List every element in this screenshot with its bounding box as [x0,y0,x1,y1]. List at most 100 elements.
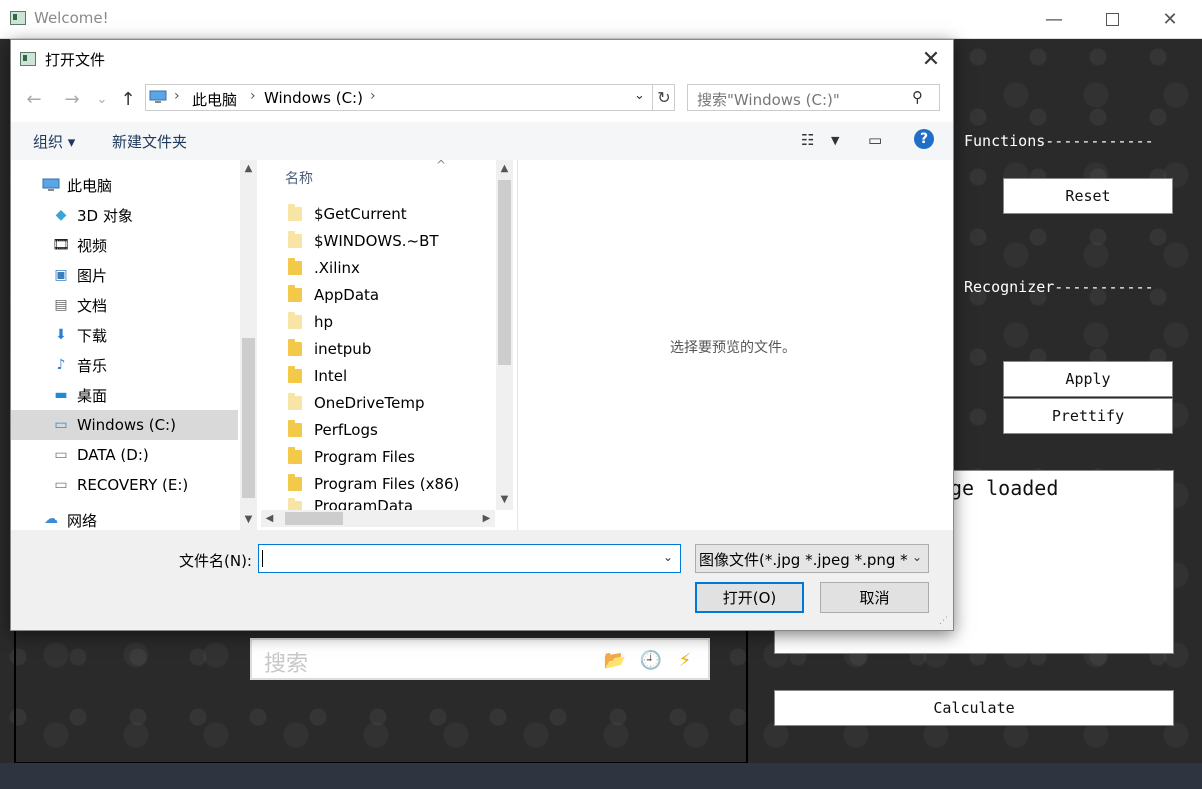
help-icon[interactable]: ? [914,129,934,149]
organize-menu[interactable]: 组织 ▾ [33,131,75,152]
sidebar-item-documents[interactable]: ▤ 文档 [11,290,238,320]
folder-search-input[interactable]: 搜索"Windows (C:)" ⚲ [687,84,940,111]
filename-input[interactable]: ⌄ [258,544,681,573]
history-icon[interactable]: 🕘 [640,649,662,671]
refresh-icon: ↻ [657,88,671,107]
prettify-button[interactable]: Prettify [1003,398,1173,434]
sidebar-item-music[interactable]: ♪ 音乐 [11,350,238,380]
file-type-select[interactable]: 图像文件(*.jpg *.jpeg *.png *. ⌄ [695,544,929,573]
view-options-icon[interactable]: ☷ [801,131,814,149]
calculate-button[interactable]: Calculate [774,690,1174,726]
sidebar-item-3d-objects[interactable]: ◆ 3D 对象 [11,200,238,230]
main-titlebar: Welcome! — ✕ [0,0,1202,39]
folder-icon [288,473,302,491]
sidebar-item-downloads[interactable]: ⬇ 下载 [11,320,238,350]
breadcrumb-separator: › [174,88,180,104]
navigation-scrollbar[interactable]: ▲ ▼ [240,160,257,530]
text-caret [262,550,263,567]
chevron-down-icon[interactable]: ⌄ [663,550,673,564]
scroll-up-icon[interactable]: ▲ [240,160,257,177]
scroll-left-icon[interactable]: ◀ [261,510,278,527]
sidebar-item-recovery-e[interactable]: ▭ RECOVERY (E:) [11,470,238,500]
file-row[interactable]: PerfLogs [288,416,488,443]
preview-pane: 选择要预览的文件。 [517,160,954,530]
dialog-titlebar: 打开文件 ✕ [11,40,953,78]
sidebar-item-label: 文档 [77,296,108,315]
file-row[interactable]: Intel [288,362,488,389]
apply-button[interactable]: Apply [1003,361,1173,397]
file-row[interactable]: ProgramData [288,497,488,510]
file-row[interactable]: $GetCurrent [288,200,488,227]
sort-ascending-icon: ^ [436,158,447,172]
file-row[interactable]: .Xilinx [288,254,488,281]
file-list-horizontal-scrollbar[interactable]: ◀ ▶ [261,510,495,527]
navigation-pane: 此电脑 ◆ 3D 对象 🎞 视频 ▣ 图片 ▤ 文档 ⬇ 下载 ♪ 音乐 ▬ 桌… [11,160,238,530]
open-file-dialog: 打开文件 ✕ ← → ⌄ ↑ › 此电脑 › Windows (C:) › ⌄ … [10,39,954,631]
scrollbar-thumb[interactable] [498,180,511,365]
file-name: AppData [314,285,380,304]
sidebar-item-network[interactable]: ☁ 网络 [11,510,238,530]
folder-icon [288,338,302,356]
maximize-button[interactable] [1089,0,1135,38]
search-bar[interactable]: 搜索 📂 🕘 ⚡ [250,638,710,680]
file-row[interactable]: hp [288,308,488,335]
dialog-close-button[interactable]: ✕ [916,44,946,74]
column-header-name[interactable]: 名称 [285,168,313,188]
sidebar-item-videos[interactable]: 🎞 视频 [11,230,238,260]
file-row[interactable]: AppData [288,281,488,308]
sidebar-item-desktop[interactable]: ▬ 桌面 [11,380,238,410]
dialog-app-icon [20,52,36,66]
back-button[interactable]: ← [23,88,45,110]
folder-icon [288,230,302,248]
file-row[interactable]: Program Files (x86) [288,470,488,497]
open-button[interactable]: 打开(O) [695,582,804,613]
preview-message: 选择要预览的文件。 [670,340,796,356]
address-history-chevron-icon[interactable]: ⌄ [634,88,645,103]
file-row[interactable]: Program Files [288,443,488,470]
sidebar-item-data-d[interactable]: ▭ DATA (D:) [11,440,238,470]
scroll-right-icon[interactable]: ▶ [478,510,495,527]
file-row[interactable]: inetpub [288,335,488,362]
sidebar-item-label: RECOVERY (E:) [77,476,189,494]
new-folder-button[interactable]: 新建文件夹 [112,131,187,152]
cancel-button[interactable]: 取消 [820,582,929,613]
file-row[interactable]: OneDriveTemp [288,389,488,416]
folder-icon [288,446,302,464]
view-options-chevron-icon[interactable]: ▼ [831,134,839,147]
breadcrumb-this-pc[interactable]: 此电脑 [192,89,237,110]
up-button[interactable]: ↑ [117,88,139,110]
sidebar-item-windows-c[interactable]: ▭ Windows (C:) [11,410,238,440]
file-name: ProgramData [314,497,414,510]
breadcrumb-windows-c[interactable]: Windows (C:) [264,89,363,107]
scrollbar-thumb[interactable] [242,338,255,498]
scrollbar-thumb[interactable] [285,512,343,525]
resize-grip-icon[interactable]: ⋰ [939,616,948,626]
refresh-button[interactable]: ↻ [652,85,675,110]
sidebar-item-pictures[interactable]: ▣ 图片 [11,260,238,290]
preview-pane-icon[interactable]: ▭ [868,131,882,149]
folder-icon [288,284,302,302]
file-list-scrollbar[interactable]: ▲ ▼ [496,160,513,510]
video-icon: 🎞 [52,237,70,253]
sidebar-item-this-pc[interactable]: 此电脑 [11,170,238,200]
scroll-down-icon[interactable]: ▼ [496,491,513,508]
forward-button[interactable]: → [61,88,83,110]
forward-arrow-icon: → [64,88,80,110]
recent-locations-button[interactable]: ⌄ [91,88,113,110]
close-icon: ✕ [921,46,941,72]
reset-button[interactable]: Reset [1003,178,1173,214]
file-name: Program Files [314,447,415,466]
file-name: hp [314,312,334,331]
favorite-folder-icon[interactable]: 📂 [604,649,626,671]
file-row[interactable]: $WINDOWS.~BT [288,227,488,254]
address-bar[interactable]: › 此电脑 › Windows (C:) › ⌄ ↻ [145,84,675,111]
close-button[interactable]: ✕ [1147,0,1193,38]
sidebar-item-label: Windows (C:) [77,416,176,434]
folder-icon [288,419,302,437]
drive-icon: ▭ [54,417,68,433]
lightning-icon[interactable]: ⚡ [674,649,696,671]
computer-icon [149,90,167,103]
scroll-down-icon[interactable]: ▼ [240,511,257,528]
scroll-up-icon[interactable]: ▲ [496,160,513,177]
minimize-button[interactable]: — [1031,0,1077,38]
